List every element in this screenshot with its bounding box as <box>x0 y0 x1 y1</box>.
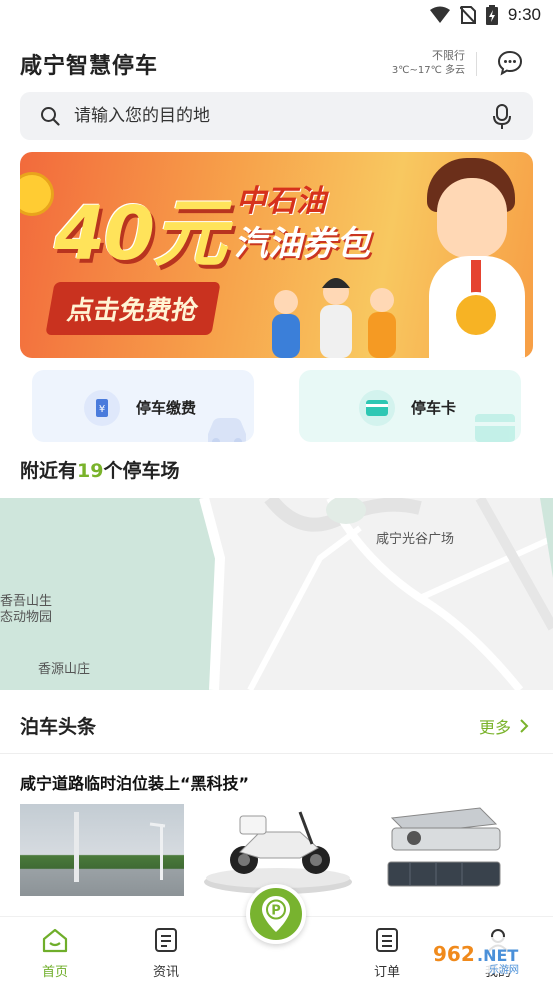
article-title[interactable]: 咸宁道路临时泊位装上“黑科技” <box>20 770 249 794</box>
home-icon <box>42 928 68 953</box>
banner-amount: 40元 <box>54 191 227 277</box>
tab-order[interactable]: 订单 <box>357 927 417 980</box>
page-title: 咸宁智慧停车 <box>20 54 159 79</box>
map-label-zoo-2: 态动物园 <box>0 610 53 625</box>
svg-text:乐游网: 乐游网 <box>489 963 519 976</box>
yuan-card-icon: ¥ <box>84 390 120 426</box>
tab-order-label: 订单 <box>373 965 400 980</box>
news-section-title: 泊车头条 <box>20 716 97 738</box>
car-icon <box>208 418 246 442</box>
map-label-plaza: 咸宁光谷广场 <box>376 532 455 547</box>
parking-location-icon: P <box>262 896 290 932</box>
tab-home[interactable]: 首页 <box>25 927 85 980</box>
search-input[interactable] <box>74 92 474 140</box>
wifi-icon <box>429 6 450 23</box>
status-time: 9:30 <box>507 5 541 24</box>
banner-brand: 中石油 <box>236 184 326 219</box>
people-illustration <box>272 278 396 358</box>
article-image-device[interactable] <box>380 804 510 896</box>
news-more-link[interactable]: 更多 <box>479 714 529 738</box>
chat-bubble-icon <box>497 50 523 76</box>
promo-banner[interactable]: 40元 中石油 汽油券包 点击免费抢 <box>20 152 533 358</box>
search-icon <box>41 107 60 126</box>
parking-card-card[interactable]: 停车卡 <box>299 370 521 442</box>
street-pole-image <box>74 812 166 882</box>
site-watermark-logo: 962 .NET 乐游网 <box>423 933 547 977</box>
search-bar[interactable] <box>20 92 533 140</box>
header-divider <box>476 52 477 76</box>
tab-home-label: 首页 <box>41 965 68 980</box>
svg-text:962: 962 <box>433 942 475 966</box>
nearby-count: 19 <box>77 460 104 482</box>
tab-news[interactable]: 资讯 <box>136 927 196 980</box>
character-face <box>437 178 507 258</box>
weather-widget[interactable]: 不限行 3℃~17℃ 多云 <box>392 48 465 78</box>
news-icon <box>155 928 177 952</box>
message-button[interactable] <box>497 50 523 76</box>
svg-text:.NET: .NET <box>477 946 518 965</box>
svg-text:P: P <box>271 904 281 919</box>
chevron-right-icon <box>520 719 529 733</box>
article-image-scooter[interactable] <box>200 804 356 896</box>
map-view[interactable]: 咸宁光谷广场 香吾山生 态动物园 香源山庄 <box>0 498 553 690</box>
nearby-count-heading: 附近有19个停车场 <box>20 456 179 483</box>
parking-payment-card[interactable]: ¥ 停车缴费 <box>32 370 254 442</box>
news-more-label: 更多 <box>478 718 511 737</box>
parking-card-label: 停车卡 <box>411 399 457 417</box>
banner-subtitle: 汽油券包 <box>234 224 370 264</box>
orange-decoration <box>453 292 499 338</box>
svg-text:¥: ¥ <box>99 404 105 415</box>
tab-news-label: 资讯 <box>152 965 179 980</box>
scooter-image <box>204 811 352 894</box>
card-icon <box>359 390 395 426</box>
parking-payment-label: 停车缴费 <box>136 399 197 417</box>
traffic-restriction: 不限行 <box>432 49 465 62</box>
card-decoration-icon <box>475 414 515 442</box>
no-sim-icon <box>459 6 476 24</box>
map-label-villa: 香源山庄 <box>38 662 91 677</box>
parking-center-button[interactable]: P <box>246 884 306 944</box>
header: 咸宁智慧停车 不限行 3℃~17℃ 多云 <box>20 44 533 84</box>
article-image-street[interactable] <box>20 804 184 896</box>
nearby-prefix: 附近有 <box>20 460 78 482</box>
status-bar: 9:30 <box>0 0 553 34</box>
nearby-suffix: 个停车场 <box>103 460 180 482</box>
microphone-icon[interactable] <box>493 104 511 130</box>
parking-device-image <box>387 807 501 887</box>
order-icon <box>376 928 398 952</box>
status-icons: 9:30 <box>429 5 541 25</box>
weather-text: 3℃~17℃ 多云 <box>391 65 465 76</box>
banner-cta[interactable]: 点击免费抢 <box>45 282 221 335</box>
coin-decoration <box>20 172 54 216</box>
battery-icon <box>485 5 498 25</box>
news-header: 泊车头条 更多 <box>0 692 553 754</box>
